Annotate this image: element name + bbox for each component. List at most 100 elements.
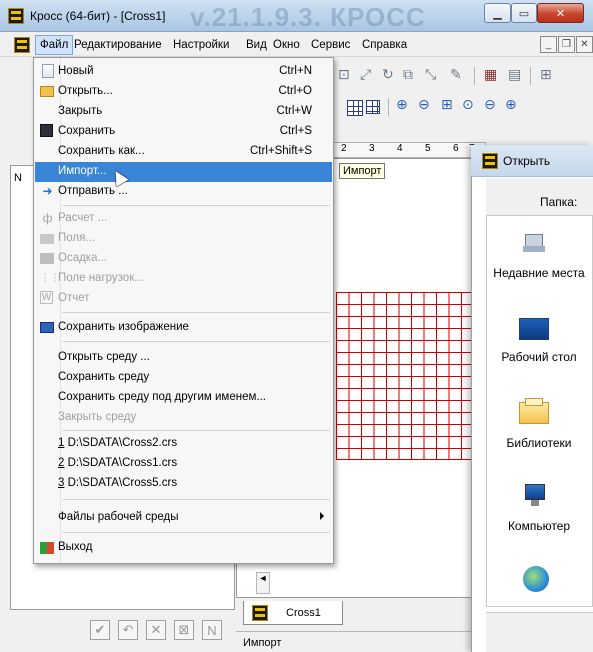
open-dialog-title: Открыть [503, 154, 551, 168]
menu-window[interactable]: Окно [273, 39, 300, 51]
menu-settings[interactable]: Настройки [173, 39, 229, 51]
tool-line-icon[interactable]: ⤢ [360, 66, 371, 83]
delete-button[interactable]: ✕ [146, 620, 166, 640]
zoom-prev-icon[interactable]: ⊖ [484, 96, 496, 113]
menu-separator [62, 532, 330, 533]
menu-item-label: Новый [58, 65, 94, 77]
menu-item-import[interactable]: Импорт... [35, 162, 332, 182]
grid-small-icon[interactable] [366, 100, 380, 114]
menu-item-label: Сохранить [58, 125, 116, 137]
mesh-grid[interactable] [336, 292, 486, 460]
menu-item-label: 1 D:\SDATA\Cross2.crs [58, 437, 178, 449]
toolbar-separator [530, 67, 531, 85]
maximize-button[interactable]: ▭ [511, 3, 537, 23]
menu-item-close-env: Закрыть среду [35, 408, 332, 428]
mdi-restore-button[interactable]: ❐ [558, 36, 575, 53]
mdi-minimize-button[interactable]: _ [540, 36, 557, 53]
title-bar: Кросс (64-бит) - [Cross1] v.21.1.9.3. КР… [0, 0, 593, 32]
place-label-libraries: Библиотеки [506, 436, 572, 450]
grid-view-icon[interactable] [347, 100, 363, 116]
menu-help[interactable]: Справка [362, 39, 407, 51]
menu-item-save-image[interactable]: Сохранить изображение [35, 318, 332, 338]
menu-service[interactable]: Сервис [311, 39, 350, 51]
toolbar-separator [474, 67, 475, 85]
menu-item-recent-3[interactable]: 3 D:\SDATA\Cross5.crs [35, 474, 332, 494]
menu-item-label: Расчет ... [58, 212, 108, 224]
menu-item-label: Выход [58, 541, 93, 553]
exit-icon [40, 542, 54, 554]
minimize-button[interactable]: ▁ [484, 3, 511, 23]
menu-item-recent-1[interactable]: 1 D:\SDATA\Cross2.crs [35, 434, 332, 454]
tool-misc-icon[interactable]: ⊞ [540, 66, 552, 83]
menu-item-label: Сохранить изображение [58, 321, 189, 333]
close-icon: ✕ [555, 7, 566, 20]
menu-item-label: Отчет [58, 292, 90, 304]
n-button[interactable]: N [202, 620, 222, 640]
menu-item-open[interactable]: Открыть... Ctrl+O [35, 82, 332, 102]
tool-edit-icon[interactable]: ✎ [450, 66, 462, 83]
undo-button[interactable]: ↶ [118, 620, 138, 640]
doc-tab-icon [252, 605, 268, 621]
menu-separator [62, 312, 330, 313]
menu-item-shortcut: Ctrl+W [276, 105, 312, 117]
toolbar-separator [388, 98, 389, 116]
submenu-arrow-icon [320, 512, 324, 520]
menu-edit[interactable]: Редактирование [74, 39, 162, 51]
menu-view[interactable]: Вид [246, 39, 267, 51]
menu-file[interactable]: Файл [35, 35, 74, 55]
check-button[interactable]: ✔ [90, 620, 110, 640]
libraries-icon [519, 398, 549, 426]
zoom-window-icon[interactable]: ⊙ [462, 96, 474, 113]
settlement-icon [40, 253, 54, 264]
open-folder-icon [40, 86, 54, 97]
mdi-close-button[interactable]: ✕ [576, 36, 593, 53]
menu-item-env-files[interactable]: Файлы рабочей среды [35, 508, 332, 528]
tool-table-icon[interactable]: ▦ [484, 66, 497, 83]
zoom-out-icon[interactable]: ⊖ [418, 96, 430, 113]
recent-places-icon [521, 230, 551, 258]
menu-item-close[interactable]: Закрыть Ctrl+W [35, 102, 332, 122]
tool-rotate-icon[interactable]: ↻ [382, 66, 394, 83]
ruler-tick: 4 [397, 143, 403, 154]
zoom-in-icon[interactable]: ⊕ [396, 96, 408, 113]
panel-tools: ✔ ↶ ✕ ⊠ N [90, 620, 222, 640]
load-field-icon: ⋮⋮ [40, 273, 60, 284]
place-label-recent: Недавние места [493, 266, 585, 280]
fields-icon [40, 234, 54, 244]
menu-item-label: Импорт... [58, 165, 107, 177]
menu-item-recent-2[interactable]: 2 D:\SDATA\Cross1.crs [35, 454, 332, 474]
tool-copy-icon[interactable]: ⧉ [403, 66, 413, 83]
zoom-all-icon[interactable]: ⊕ [505, 96, 517, 113]
menu-item-open-env[interactable]: Открыть среду ... [35, 348, 332, 368]
tool-table-alt-icon[interactable]: ▤ [508, 66, 521, 83]
menu-item-shortcut: Ctrl+N [279, 65, 312, 77]
dialog-bottom-area [486, 612, 593, 652]
save-disk-icon [40, 124, 53, 137]
document-tab-label: Cross1 [286, 607, 321, 619]
delete-all-button[interactable]: ⊠ [174, 620, 194, 640]
menu-item-label: Открыть среду ... [58, 351, 150, 363]
menu-bar: Файл Редактирование Настройки Вид Окно С… [0, 33, 593, 57]
version-watermark: v.21.1.9.3. КРОСС [190, 2, 426, 32]
tool-shape-icon[interactable]: ⊡ [338, 66, 350, 83]
scroll-arrow[interactable]: ◄ [256, 572, 270, 594]
menu-item-save[interactable]: Сохранить Ctrl+S [35, 122, 332, 142]
network-globe-icon[interactable] [521, 566, 551, 594]
menu-item-save-as[interactable]: Сохранить как... Ctrl+Shift+S [35, 142, 332, 162]
menu-item-send[interactable]: ➜ Отправить ... [35, 182, 332, 202]
left-panel-tab[interactable]: N [14, 172, 22, 184]
app-logo-icon [8, 8, 24, 24]
menu-item-save-env-as[interactable]: Сохранить среду под другим именем... [35, 388, 332, 408]
menu-item-label: Закрыть [58, 105, 103, 117]
menu-item-new[interactable]: Новый Ctrl+N [35, 62, 332, 82]
menu-item-exit[interactable]: Выход [35, 538, 332, 558]
menu-item-shortcut: Ctrl+O [278, 85, 312, 97]
arrow-down-icon: ◄ [258, 573, 268, 583]
close-button[interactable]: ✕ [537, 3, 584, 23]
menu-item-label: Сохранить как... [58, 145, 145, 157]
save-image-icon [40, 322, 54, 333]
zoom-fit-icon[interactable]: ⊞ [441, 96, 453, 113]
menu-item-load-field: ⋮⋮ Поле нагрузок... [35, 269, 332, 289]
tool-scale-icon[interactable]: ⤡ [425, 66, 436, 83]
menu-item-save-env[interactable]: Сохранить среду [35, 368, 332, 388]
